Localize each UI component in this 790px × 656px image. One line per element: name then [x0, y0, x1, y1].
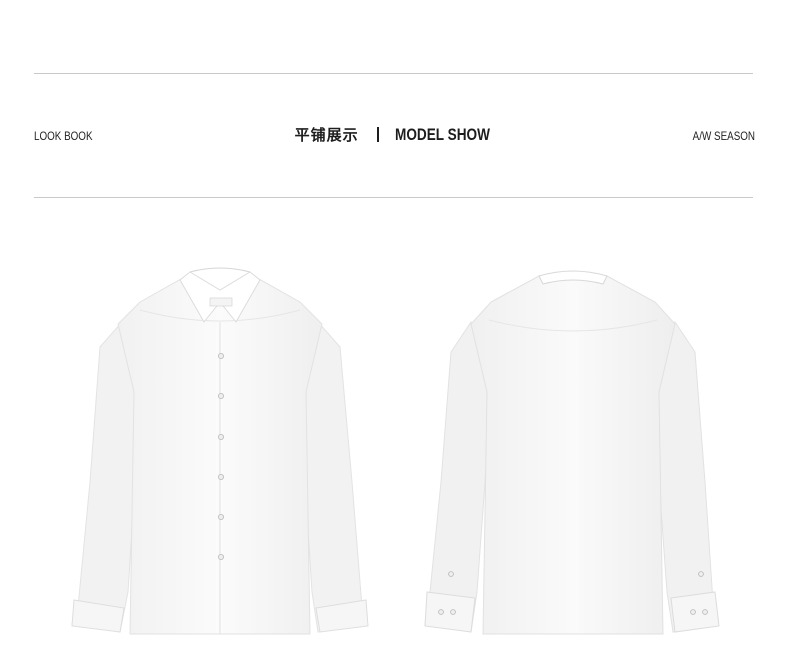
top-divider	[34, 73, 753, 74]
season-label: A/W SEASON	[692, 129, 755, 143]
shirt-back-image	[413, 262, 733, 642]
section-title: 平铺展示 MODEL SHOW	[0, 124, 790, 145]
section-header: LOOK BOOK 平铺展示 MODEL SHOW A/W SEASON	[0, 122, 790, 152]
bottom-divider	[34, 197, 753, 198]
title-chinese: 平铺展示	[294, 126, 359, 144]
title-english: MODEL SHOW	[394, 124, 490, 144]
title-separator	[376, 127, 379, 142]
shirt-front-image	[60, 262, 380, 642]
